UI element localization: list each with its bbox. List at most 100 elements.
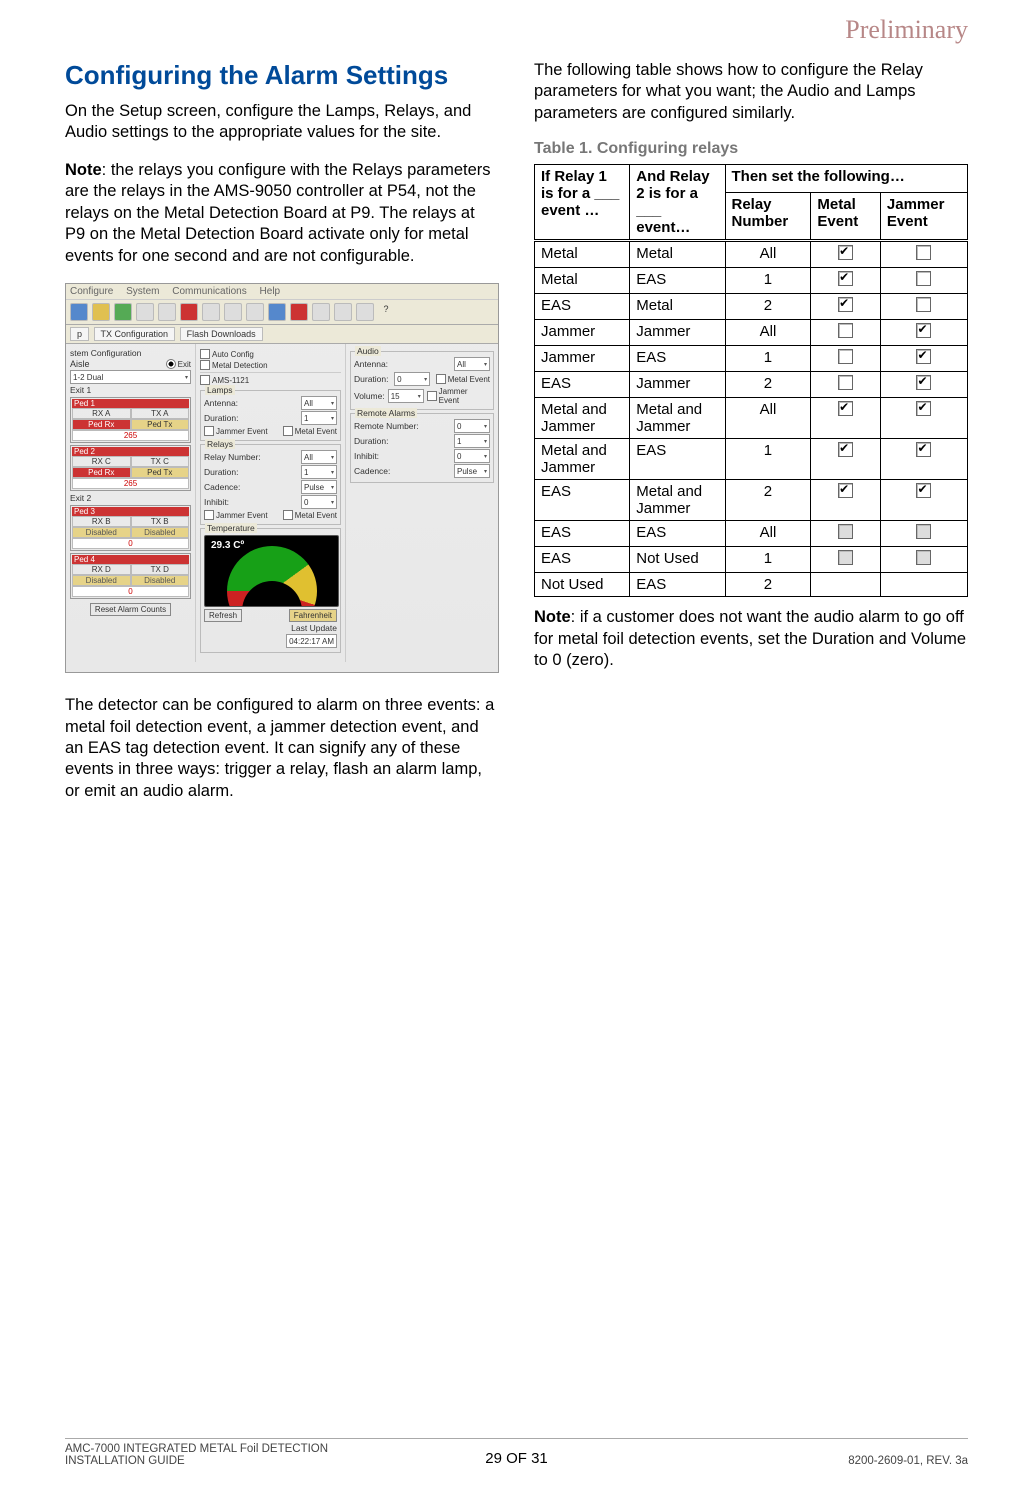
last-update-time: 04:22:17 AM xyxy=(286,634,337,648)
checkbox-icon xyxy=(838,375,853,390)
disabled: Disabled xyxy=(72,575,131,586)
txb: TX B xyxy=(131,516,190,527)
th-metal-event: Metal Event xyxy=(811,192,880,240)
rxb: RX B xyxy=(72,516,131,527)
remote-inhibit-input[interactable]: 0 xyxy=(454,449,490,463)
remote-number-input[interactable]: 0 xyxy=(454,419,490,433)
audio-jammer-checkbox[interactable]: Jammer Event xyxy=(427,387,490,405)
lamps-antenna-select[interactable]: All xyxy=(301,396,337,410)
rxd: RX D xyxy=(72,564,131,575)
cell-relay1: Metal and Jammer xyxy=(535,398,630,439)
remote-number-label: Remote Number: xyxy=(354,421,419,431)
cell-metal-event xyxy=(811,398,880,439)
toolbar-icon[interactable] xyxy=(356,303,374,321)
menu-system[interactable]: System xyxy=(126,286,159,297)
val0: 0 xyxy=(72,538,189,549)
toolbar-icon[interactable] xyxy=(158,303,176,321)
cell-metal-event xyxy=(811,346,880,372)
toolbar-icon[interactable] xyxy=(290,303,308,321)
remote-duration-input[interactable]: 1 xyxy=(454,434,490,448)
table-row: EASMetal2 xyxy=(535,294,968,320)
left-column: Configuring the Alarm Settings On the Se… xyxy=(65,60,499,818)
toolbar-icon[interactable] xyxy=(246,303,264,321)
ams1121-checkbox[interactable]: AMS-1121 xyxy=(200,375,249,385)
toolbar-icon[interactable] xyxy=(224,303,242,321)
tab-bar: p TX Configuration Flash Downloads xyxy=(66,325,498,344)
events-paragraph: The detector can be configured to alarm … xyxy=(65,695,499,802)
relay-cadence-label: Cadence: xyxy=(204,482,240,492)
aisle-dropdown[interactable]: 1-2 Dual xyxy=(70,370,191,384)
watermark: Preliminary xyxy=(845,15,968,45)
txc: TX C xyxy=(131,456,190,467)
audio-antenna-label: Antenna: xyxy=(354,359,388,369)
audio-metal-checkbox[interactable]: Metal Event xyxy=(436,374,490,384)
table-row: EASNot Used1 xyxy=(535,547,968,573)
toolbar-icon[interactable] xyxy=(180,303,198,321)
toolbar-icon[interactable] xyxy=(312,303,330,321)
metaldetect-checkbox[interactable]: Metal Detection xyxy=(200,360,268,370)
refresh-button[interactable]: Refresh xyxy=(204,609,242,622)
right-intro: The following table shows how to configu… xyxy=(534,60,968,124)
toolbar-icon[interactable] xyxy=(136,303,154,321)
fahrenheit-button[interactable]: Fahrenheit xyxy=(289,609,337,622)
toolbar-icon[interactable] xyxy=(70,303,88,321)
lamps-duration-label: Duration: xyxy=(204,413,239,423)
exit-radio[interactable]: Exit xyxy=(166,359,191,369)
lamps-duration-input[interactable]: 1 xyxy=(301,411,337,425)
cell-metal-event xyxy=(811,480,880,521)
temperature-gauge: 29.3 Cº xyxy=(204,535,339,607)
menubar: Configure System Communications Help xyxy=(66,284,498,300)
checkbox-icon xyxy=(916,483,931,498)
footer-doc-subtitle: INSTALLATION GUIDE xyxy=(65,1455,328,1467)
relay-number-select[interactable]: All xyxy=(301,450,337,464)
relay-inhibit-input[interactable]: 0 xyxy=(301,495,337,509)
menu-help[interactable]: Help xyxy=(260,286,281,297)
toolbar-icon[interactable] xyxy=(114,303,132,321)
menu-configure[interactable]: Configure xyxy=(70,286,113,297)
cell-jammer-event xyxy=(880,480,967,521)
cell-relay-number: 2 xyxy=(725,480,811,521)
cell-relay-number: 1 xyxy=(725,346,811,372)
audio-antenna-select[interactable]: All xyxy=(454,357,490,371)
relays-table: If Relay 1 is for a ___ event … And Rela… xyxy=(534,164,968,597)
table-row: MetalMetalAll xyxy=(535,241,968,268)
help-icon[interactable]: ? xyxy=(378,304,394,320)
tab-flash[interactable]: Flash Downloads xyxy=(180,327,263,341)
relay-jammer-checkbox[interactable]: Jammer Event xyxy=(204,510,268,520)
note-label: Note xyxy=(65,161,102,179)
relay-cadence-select[interactable]: Pulse xyxy=(301,480,337,494)
tab-p[interactable]: p xyxy=(70,327,89,341)
toolbar-icon[interactable] xyxy=(268,303,286,321)
remote-cadence-select[interactable]: Pulse xyxy=(454,464,490,478)
audio-volume-label: Volume: xyxy=(354,391,385,401)
relay-metal-checkbox[interactable]: Metal Event xyxy=(283,510,337,520)
toolbar-icon[interactable] xyxy=(334,303,352,321)
audio-duration-input[interactable]: 0 xyxy=(394,372,430,386)
checkbox-icon xyxy=(916,550,931,565)
right-note: Note: if a customer does not want the au… xyxy=(534,607,968,671)
toolbar-icon[interactable] xyxy=(92,303,110,321)
table-row: JammerJammerAll xyxy=(535,320,968,346)
toolbar-icon[interactable] xyxy=(202,303,220,321)
last-update-label: Last Update xyxy=(204,623,337,633)
lamps-antenna-label: Antenna: xyxy=(204,398,238,408)
exit2-label: Exit 2 xyxy=(70,493,191,503)
tab-txconfig[interactable]: TX Configuration xyxy=(94,327,176,341)
cell-relay-number: 2 xyxy=(725,573,811,597)
relay-duration-input[interactable]: 1 xyxy=(301,465,337,479)
table-row: Metal and JammerMetal and JammerAll xyxy=(535,398,968,439)
lamps-metal-checkbox[interactable]: Metal Event xyxy=(283,426,337,436)
lamps-jammer-checkbox[interactable]: Jammer Event xyxy=(204,426,268,436)
pedrx: Ped Rx xyxy=(72,419,131,430)
cell-relay1: EAS xyxy=(535,294,630,320)
checkbox-icon xyxy=(838,483,853,498)
reset-alarm-counts-button[interactable]: Reset Alarm Counts xyxy=(90,603,171,616)
cell-jammer-event xyxy=(880,573,967,597)
toolbar: ? xyxy=(66,300,498,325)
cell-relay2: Metal and Jammer xyxy=(630,480,725,521)
cell-relay2: EAS xyxy=(630,573,725,597)
autoconfig-checkbox[interactable]: Auto Config xyxy=(200,349,254,359)
audio-duration-label: Duration: xyxy=(354,374,389,384)
menu-communications[interactable]: Communications xyxy=(172,286,246,297)
audio-volume-input[interactable]: 15 xyxy=(388,389,424,403)
